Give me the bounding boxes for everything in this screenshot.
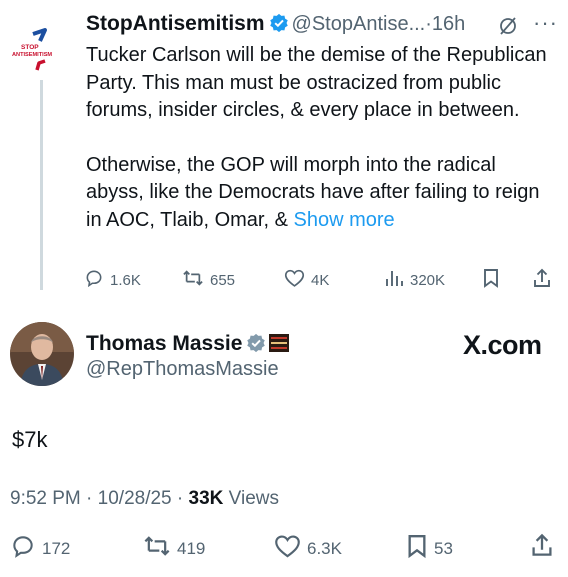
views-count: 320K	[410, 271, 446, 289]
like-button[interactable]: 4K	[284, 268, 329, 292]
meta-separator: ·	[86, 488, 93, 509]
reply-count: 172	[42, 538, 71, 558]
repost-button[interactable]: 419	[143, 533, 205, 564]
tweet1-separator: ·	[425, 13, 432, 35]
tweet2-date[interactable]: 10/28/25	[98, 488, 172, 509]
x-com-watermark: X.com	[463, 330, 542, 360]
logo-text-stop: STOP	[21, 44, 39, 51]
tweet1-paragraph-1: Tucker Carlson will be the demise of the…	[86, 44, 547, 121]
avatar-photo	[10, 322, 74, 386]
tweet2-text: $7k	[12, 427, 48, 452]
show-more-link[interactable]: Show more	[294, 209, 395, 231]
verified-badge-icon[interactable]	[269, 13, 289, 38]
tweet2-header: Thomas Massie	[86, 332, 290, 359]
repost-icon	[143, 533, 171, 564]
bookmark-count: 53	[434, 538, 453, 558]
repost-count: 419	[177, 538, 206, 558]
share-button[interactable]	[532, 268, 552, 292]
bookmark-icon	[406, 533, 428, 564]
repost-icon	[182, 268, 204, 292]
tweet1-handle[interactable]: @StopAntise...	[292, 13, 426, 35]
tweet1-actions: 1.6K 655 4K 320K	[84, 268, 554, 294]
stopantisemitism-logo: STOP ANTISEMITISM	[12, 28, 52, 71]
verified-badge-icon[interactable]	[246, 333, 266, 359]
like-count: 4K	[311, 271, 330, 289]
like-count: 6.3K	[307, 538, 342, 558]
reply-icon	[10, 533, 36, 564]
tweet2-actions: 172 419 6.3K 53	[10, 533, 560, 561]
tweet2-views-label: Views	[228, 488, 279, 509]
reply-count: 1.6K	[110, 271, 141, 289]
tweet1-time[interactable]: 16h	[432, 13, 465, 35]
tweet1-paragraph-2: Otherwise, the GOP will morph into the r…	[86, 152, 556, 235]
tweet2-time[interactable]: 9:52 PM	[10, 488, 81, 509]
logo-text-antisemitism: ANTISEMITISM	[12, 52, 52, 58]
tweet2-meta: 9:52 PM · 10/28/25 · 33K Views	[10, 488, 279, 510]
tweet2-handle[interactable]: @RepThomasMassie	[86, 358, 279, 381]
reply-icon	[84, 268, 104, 292]
like-icon	[284, 268, 305, 292]
bookmark-button[interactable]: 53	[406, 533, 453, 564]
tweet2-views-count: 33K	[188, 488, 224, 509]
views-button[interactable]: 320K	[384, 268, 445, 292]
bookmark-icon	[482, 268, 500, 292]
share-button[interactable]	[530, 533, 554, 562]
tweet2-display-name[interactable]: Thomas Massie	[86, 332, 242, 355]
grok-icon[interactable]	[498, 16, 518, 41]
reply-button[interactable]: 1.6K	[84, 268, 141, 292]
tweet1-header: StopAntisemitism @StopAntise...·16h	[86, 12, 560, 40]
like-icon	[274, 533, 301, 564]
repost-count: 655	[210, 271, 236, 289]
like-button[interactable]: 6.3K	[274, 533, 342, 564]
thread-line	[40, 80, 43, 290]
share-icon	[530, 533, 554, 562]
thomas-massie-avatar[interactable]	[10, 322, 74, 386]
meta-separator: ·	[176, 488, 184, 509]
affiliate-badge-icon[interactable]	[269, 334, 290, 358]
bookmark-button[interactable]	[482, 268, 500, 292]
reply-button[interactable]: 172	[10, 533, 70, 564]
more-options-icon[interactable]: ···	[533, 10, 558, 36]
tweet1-text: Tucker Carlson will be the demise of the…	[86, 42, 556, 234]
views-icon	[384, 268, 404, 292]
stopantisemitism-avatar[interactable]: STOP ANTISEMITISM	[9, 14, 71, 76]
share-icon	[532, 268, 552, 292]
repost-button[interactable]: 655	[182, 268, 235, 292]
tweet1-display-name[interactable]: StopAntisemitism	[86, 12, 265, 35]
